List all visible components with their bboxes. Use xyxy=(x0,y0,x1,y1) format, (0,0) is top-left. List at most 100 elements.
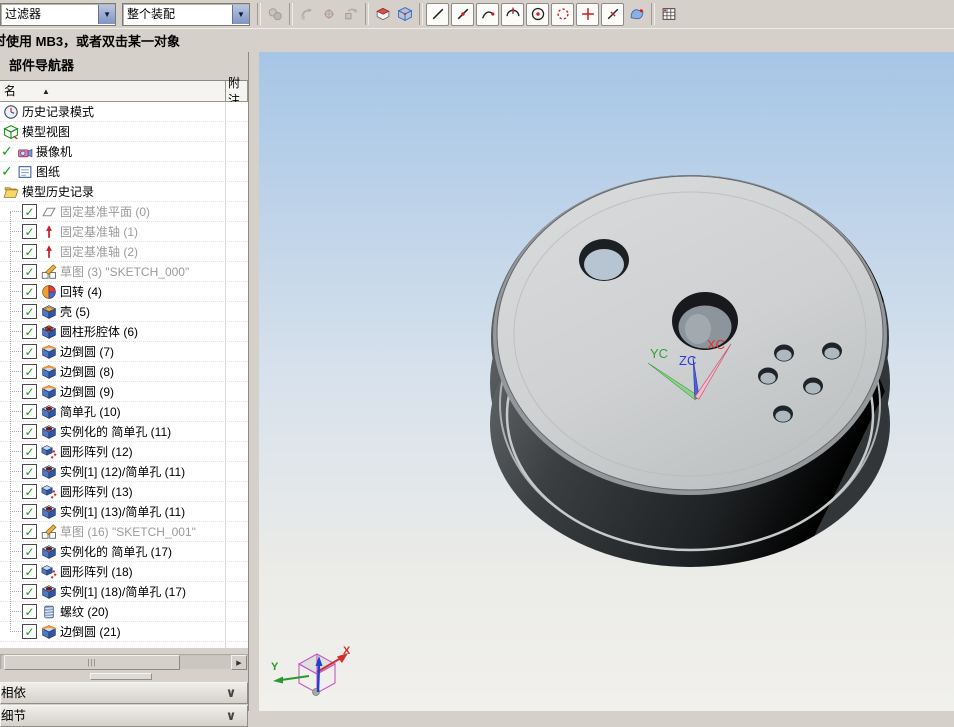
assembly-scope-dropdown[interactable]: 整个装配 ▼ xyxy=(122,2,250,26)
panel-splitter[interactable] xyxy=(0,669,248,681)
large-hole[interactable] xyxy=(579,239,629,281)
feature-checkbox[interactable]: ✓ xyxy=(22,624,37,639)
tree-row[interactable]: ✓ 圆柱形腔体 (6) xyxy=(0,322,248,342)
tree-row[interactable]: ✓ 实例[1] (18)/简单孔 (17) xyxy=(0,582,248,602)
tree-row[interactable]: ✓ 固定基准轴 (2) xyxy=(0,242,248,262)
feature-checkbox[interactable]: ✓ xyxy=(22,544,37,559)
tree-row-label: 实例[1] (13)/简单孔 (11) xyxy=(60,505,186,519)
tree-row[interactable]: ✓ 实例[1] (12)/简单孔 (11) xyxy=(0,462,248,482)
tree-row[interactable]: ✓ 草图 (3) "SKETCH_000" xyxy=(0,262,248,282)
tree-row[interactable]: ✓ 实例化的 简单孔 (11) xyxy=(0,422,248,442)
tree-row[interactable]: ✓ 圆形阵列 (12) xyxy=(0,442,248,462)
tree-row-label: 摄像机 xyxy=(36,145,73,159)
tree-row[interactable]: ✓ 草图 (16) "SKETCH_001" xyxy=(0,522,248,542)
clip-box-icon[interactable] xyxy=(394,3,416,25)
tree-row[interactable]: ✓ 边倒圆 (7) xyxy=(0,342,248,362)
spreadsheet-icon[interactable] xyxy=(658,3,680,25)
tree-row-label: 边倒圆 (8) xyxy=(60,365,115,379)
tree-branch-line xyxy=(10,371,21,372)
feature-checkbox[interactable]: ✓ xyxy=(22,324,37,339)
view-triad[interactable]: Y X xyxy=(271,645,351,696)
scrollbar-thumb[interactable]: ||| xyxy=(4,655,180,670)
tree-row[interactable]: ✓ 圆形阵列 (18) xyxy=(0,562,248,582)
tree-row-label: 圆形阵列 (12) xyxy=(60,445,133,459)
point-on-curve-icon[interactable] xyxy=(601,2,624,26)
chevron-down-icon[interactable]: ∨ xyxy=(219,685,243,701)
existing-point-icon[interactable] xyxy=(551,2,574,26)
tree-branch-line xyxy=(10,311,21,312)
feature-checkbox[interactable]: ✓ xyxy=(22,604,37,619)
feature-checkbox[interactable]: ✓ xyxy=(22,364,37,379)
tree-row[interactable]: ✓ 简单孔 (10) xyxy=(0,402,248,422)
tree-row[interactable]: ✓ 边倒圆 (9) xyxy=(0,382,248,402)
tree-row[interactable]: ✓ 边倒圆 (21) xyxy=(0,622,248,642)
feature-checkbox[interactable]: ✓ xyxy=(22,564,37,579)
feature-checkbox[interactable]: ✓ xyxy=(22,444,37,459)
feature-checkbox[interactable]: ✓ xyxy=(22,504,37,519)
part-navigator-panel: 部件导航器 名称 ▲ 附注 历史记录模式模型视图 ✓ 摄像机 ✓ 图纸模型历史记录 ✓ 固定… xyxy=(0,52,248,727)
feature-checkbox[interactable]: ✓ xyxy=(22,284,37,299)
tree-row[interactable]: ✓ 图纸 xyxy=(0,162,248,182)
feature-checkbox[interactable]: ✓ xyxy=(22,424,37,439)
intersection-point-icon[interactable] xyxy=(576,2,599,26)
tree-row[interactable]: ✓ 固定基准轴 (1) xyxy=(0,222,248,242)
feature-checkbox[interactable]: ✓ xyxy=(22,584,37,599)
feature-checkbox[interactable]: ✓ xyxy=(22,344,37,359)
chevron-down-icon[interactable]: ∨ xyxy=(219,708,243,724)
feature-checkbox[interactable]: ✓ xyxy=(22,244,37,259)
scrollbar-right-arrow[interactable]: ▶ xyxy=(231,655,247,670)
tree-branch-line xyxy=(10,451,21,452)
tree-row[interactable]: ✓ 固定基准平面 (0) xyxy=(0,202,248,222)
edit-work-section-icon[interactable] xyxy=(372,3,394,25)
feature-checkbox[interactable]: ✓ xyxy=(22,524,37,539)
tree-row-label: 回转 (4) xyxy=(60,285,103,299)
mid-point-icon[interactable] xyxy=(451,2,474,26)
feature-checkbox[interactable]: ✓ xyxy=(22,484,37,499)
tree-row[interactable]: ✓ 螺纹 (20) xyxy=(0,602,248,622)
graphics-viewport[interactable]: YC ZC XC Y X xyxy=(259,52,954,711)
tree-row-label: 固定基准轴 (1) xyxy=(60,225,139,239)
feature-checkbox[interactable]: ✓ xyxy=(22,204,37,219)
tree-row[interactable]: 模型视图 xyxy=(0,122,248,142)
tree-row-label: 草图 (3) "SKETCH_000" xyxy=(60,265,190,279)
feature-checkbox[interactable]: ✓ xyxy=(22,264,37,279)
column-header-name[interactable]: 名称 ▲ xyxy=(0,81,226,101)
horizontal-scrollbar[interactable]: ||| ▶ xyxy=(0,654,248,670)
dependencies-panel-bar[interactable]: 相依性 ∨ xyxy=(0,682,248,704)
feature-checkbox[interactable]: ✓ xyxy=(22,404,37,419)
feature-checkbox[interactable]: ✓ xyxy=(22,224,37,239)
tree-row[interactable]: ✓ 边倒圆 (8) xyxy=(0,362,248,382)
tree-row-label: 边倒圆 (21) xyxy=(60,625,121,639)
tree-branch-line xyxy=(10,471,21,472)
tree-row[interactable]: 历史记录模式 xyxy=(0,102,248,122)
tree-row[interactable]: ✓ 回转 (4) xyxy=(0,282,248,302)
details-panel-bar[interactable]: 细节 ∨ xyxy=(0,705,248,727)
blend-icon xyxy=(41,624,57,640)
tree-row-label: 壳 (5) xyxy=(60,305,91,319)
quadrant-point-icon[interactable] xyxy=(501,2,524,26)
part-body[interactable] xyxy=(490,175,890,567)
column-header-note[interactable]: 附注 xyxy=(226,76,248,107)
tree-branch-line xyxy=(10,531,21,532)
filter-dropdown[interactable]: 过滤器 ▼ xyxy=(0,2,116,26)
tree-row[interactable]: 模型历史记录 xyxy=(0,182,248,202)
tree-row[interactable]: ✓ 圆形阵列 (13) xyxy=(0,482,248,502)
tree-row[interactable]: ✓ 实例化的 简单孔 (17) xyxy=(0,542,248,562)
feature-checkbox[interactable]: ✓ xyxy=(22,304,37,319)
chevron-down-icon[interactable]: ▼ xyxy=(98,4,115,24)
end-point-icon[interactable] xyxy=(426,2,449,26)
center-hole[interactable] xyxy=(672,292,738,350)
top-toolbar: 过滤器 ▼ 整个装配 ▼ xyxy=(0,0,954,29)
tree-row[interactable]: ✓ 实例[1] (13)/简单孔 (11) xyxy=(0,502,248,522)
feature-checkbox[interactable]: ✓ xyxy=(22,384,37,399)
control-point-icon[interactable] xyxy=(476,2,499,26)
status-bar: 时 使用 MB3，或者双击某一对象 xyxy=(0,28,954,53)
point-on-face-icon[interactable] xyxy=(626,3,648,25)
tree-row[interactable]: ✓ 摄像机 xyxy=(0,142,248,162)
arc-center-point-icon[interactable] xyxy=(526,2,549,26)
tree-row[interactable]: ✓ 壳 (5) xyxy=(0,302,248,322)
tree-row-label: 螺纹 (20) xyxy=(60,605,109,619)
hole-icon xyxy=(41,464,57,480)
chevron-down-icon[interactable]: ▼ xyxy=(231,4,249,24)
feature-checkbox[interactable]: ✓ xyxy=(22,464,37,479)
